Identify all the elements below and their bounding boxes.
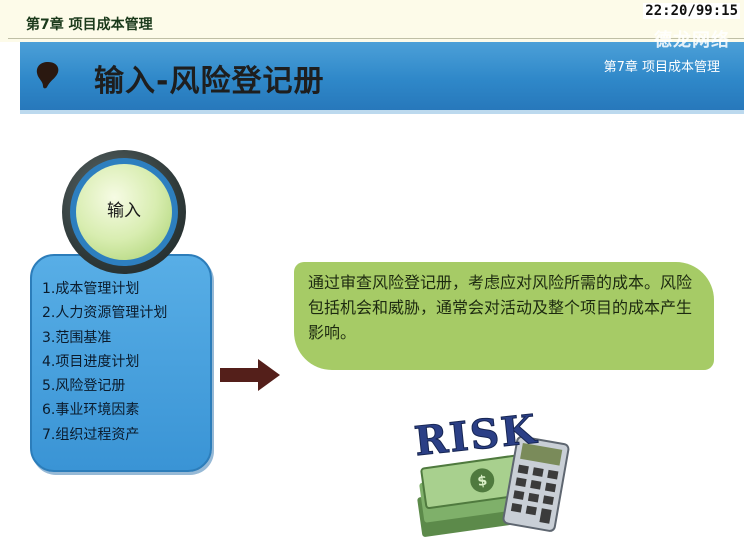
banner-shadow — [20, 110, 744, 114]
risk-money-illustration: $ RISK — [412, 405, 570, 537]
watermark: 德龙网络 — [654, 30, 730, 51]
description-text: 通过审查风险登记册，考虑应对风险所需的成本。风险包括机会和威胁，通常会对活动及整… — [308, 273, 693, 342]
list-item: 6.事业环境因素 — [42, 402, 140, 419]
list-item: 1.成本管理计划 — [42, 281, 140, 297]
arrow-head-icon — [258, 359, 280, 391]
input-circle-label: 输入 — [107, 201, 141, 221]
header-divider — [8, 38, 744, 39]
list-item: 3.范围基准 — [42, 329, 112, 346]
bullet-icon — [36, 62, 59, 89]
chapter-label: 第7章 项目成本管理 — [26, 17, 153, 33]
list-item: 7.组织过程资产 — [42, 426, 140, 443]
arrow-icon — [220, 368, 260, 382]
inputs-list: 1.成本管理计划 2.人力资源管理计划 3.范围基准 4.项目进度计划 5.风险… — [42, 278, 167, 448]
playback-timer: 22:20/99:15 — [643, 3, 740, 19]
list-item: 5.风险登记册 — [42, 378, 126, 395]
list-item: 4.项目进度计划 — [42, 353, 140, 370]
top-header: 第7章 项目成本管理 — [0, 0, 744, 42]
page-title: 输入-风险登记册 — [94, 64, 325, 99]
banner-chapter-label: 第7章 项目成本管理 — [603, 60, 720, 75]
list-item: 2.人力资源管理计划 — [42, 305, 168, 322]
